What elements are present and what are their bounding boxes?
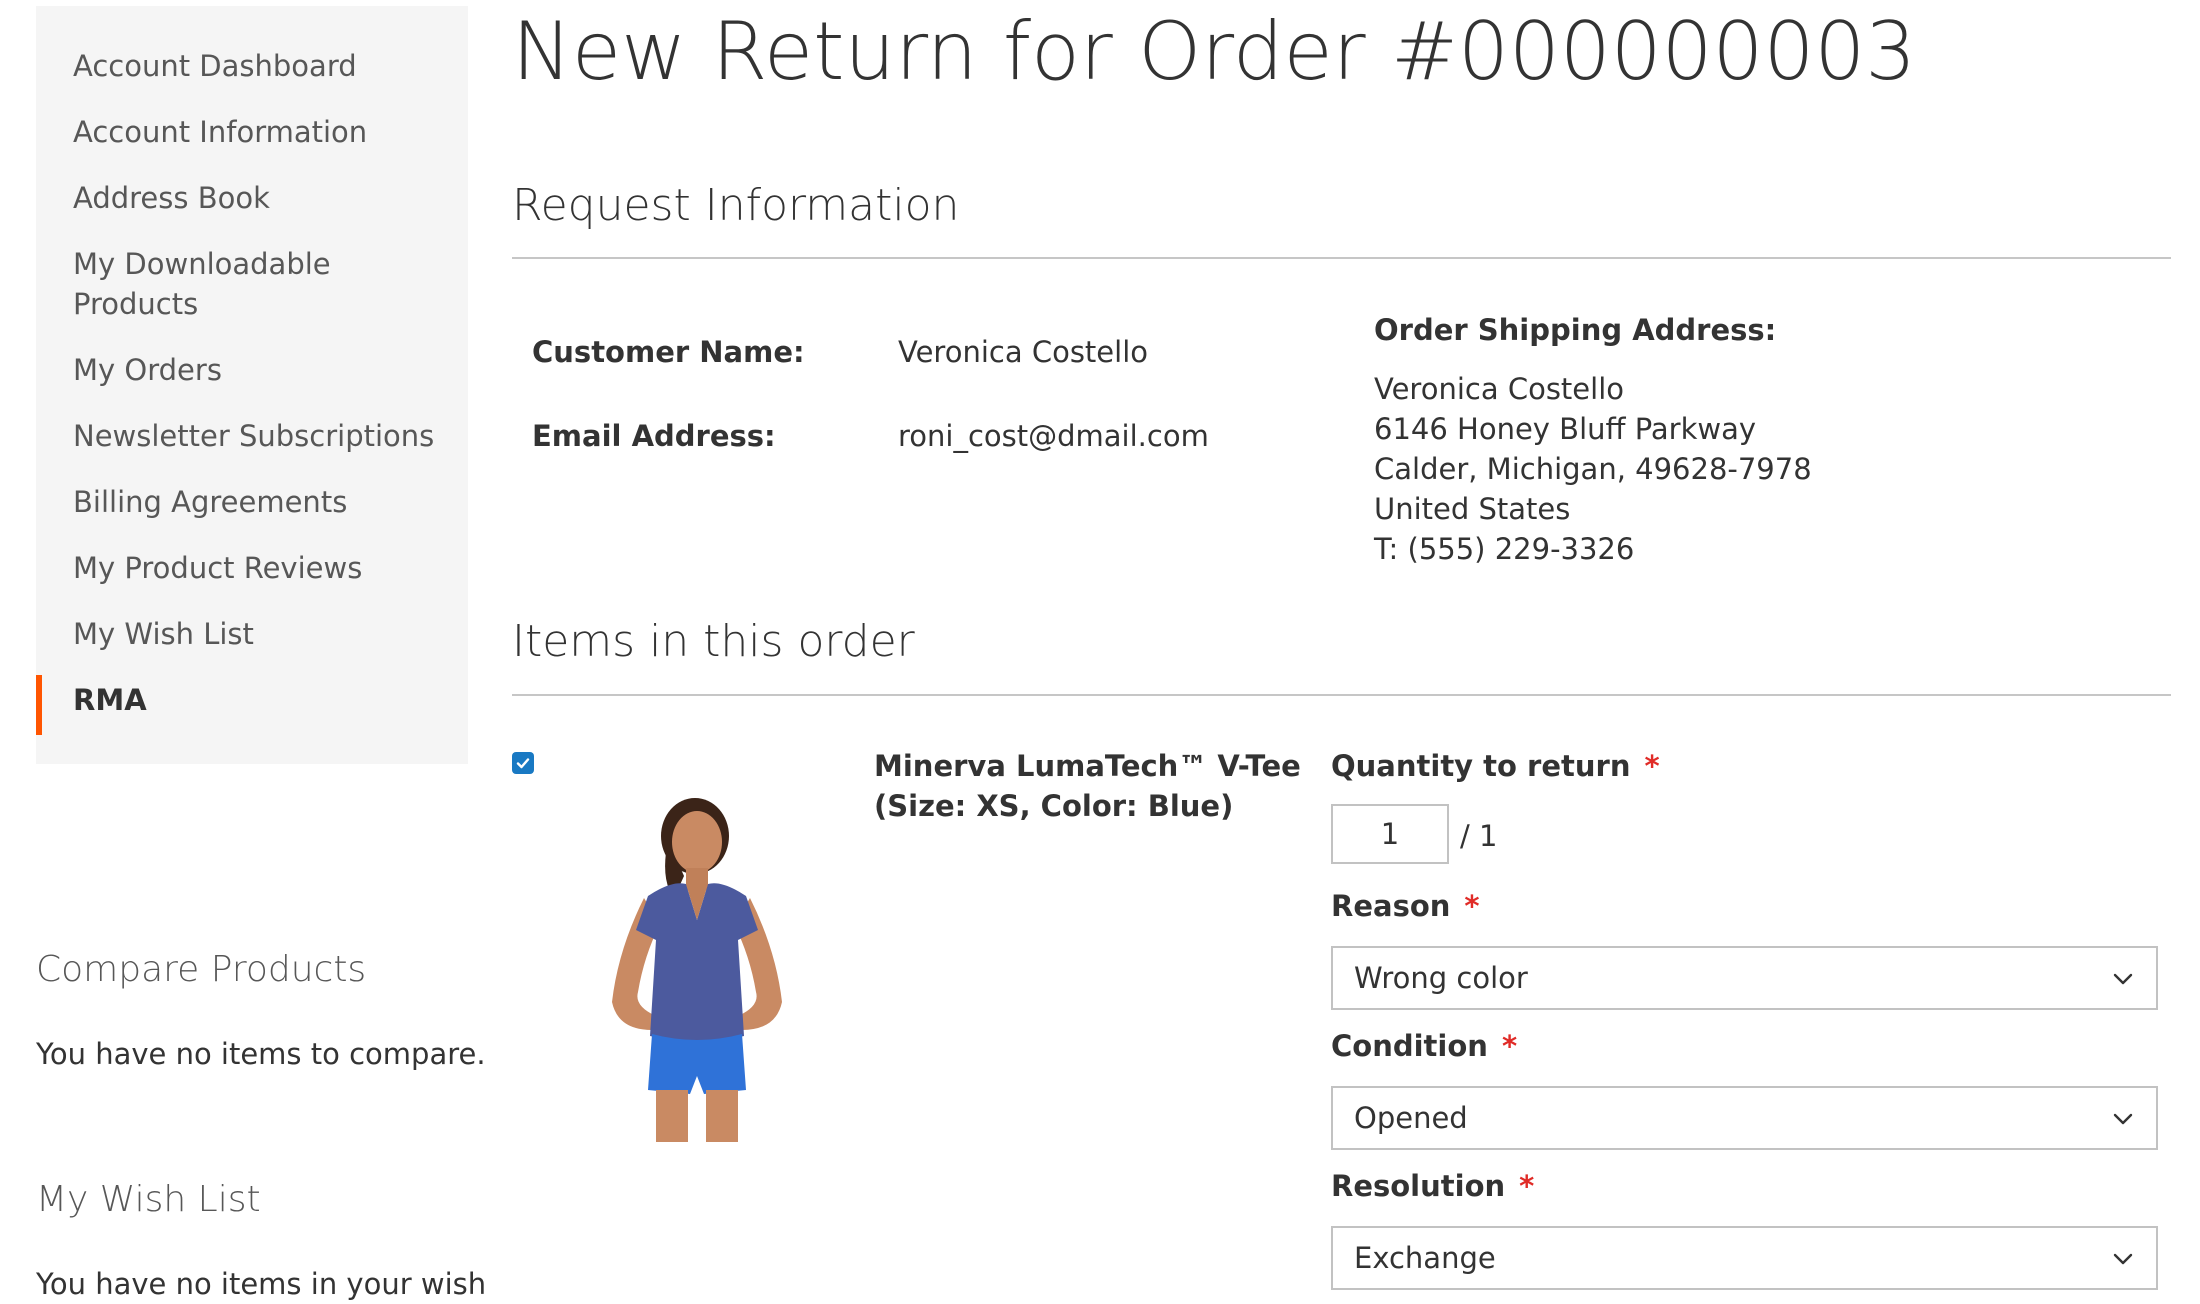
- request-information-title: Request Information: [512, 180, 960, 231]
- nav-item-my-wish-list[interactable]: My Wish List: [73, 614, 453, 654]
- shipping-address-line: 6146 Honey Bluff Parkway: [1374, 412, 1757, 446]
- nav-item-rma[interactable]: RMA: [73, 680, 453, 720]
- condition-selected-value: Opened: [1354, 1101, 1468, 1135]
- section-divider: [512, 694, 2171, 696]
- nav-item-newsletter-subscriptions[interactable]: Newsletter Subscriptions: [73, 416, 453, 456]
- shipping-address: Veronica Costello 6146 Honey Bluff Parkw…: [1374, 369, 1812, 569]
- compare-products-title: Compare Products: [36, 949, 367, 990]
- condition-select[interactable]: Opened: [1331, 1086, 2158, 1150]
- resolution-label: Resolution *: [1331, 1166, 1534, 1206]
- shipping-address-line: United States: [1374, 492, 1571, 526]
- product-image: [612, 798, 782, 1142]
- reason-label-text: Reason: [1331, 889, 1451, 923]
- required-marker: *: [1644, 749, 1660, 783]
- chevron-down-icon: [2113, 1253, 2133, 1265]
- qty-max: / 1: [1460, 819, 1498, 853]
- chevron-down-icon: [2113, 1113, 2133, 1125]
- nav-active-indicator: [36, 675, 42, 735]
- shipping-address-line: Veronica Costello: [1374, 372, 1624, 406]
- customer-name-value: Veronica Costello: [898, 335, 1148, 369]
- compare-empty-text: You have no items to compare.: [36, 1037, 486, 1071]
- required-marker: *: [1501, 1029, 1518, 1063]
- nav-item-account-dashboard[interactable]: Account Dashboard: [73, 46, 453, 86]
- condition-label: Condition *: [1331, 1026, 1517, 1066]
- qty-label-text: Quantity to return: [1331, 749, 1631, 783]
- account-nav: Account Dashboard Account Information Ad…: [36, 6, 468, 764]
- resolution-label-text: Resolution: [1331, 1169, 1506, 1203]
- email-label: Email Address:: [532, 419, 776, 453]
- resolution-select[interactable]: Exchange: [1331, 1226, 2158, 1290]
- product-options: (Size: XS, Color: Blue): [874, 789, 1234, 823]
- chevron-down-icon: [2113, 973, 2133, 985]
- nav-item-billing-agreements[interactable]: Billing Agreements: [73, 482, 453, 522]
- email-value: roni_cost@dmail.com: [898, 419, 1209, 453]
- item-select-checkbox[interactable]: [512, 752, 534, 774]
- product-title: Minerva LumaTech™ V-Tee: [874, 749, 1301, 783]
- required-marker: *: [1464, 889, 1480, 923]
- reason-selected-value: Wrong color: [1354, 961, 1528, 995]
- qty-label: Quantity to return *: [1331, 746, 1660, 786]
- shipping-address-line: Calder, Michigan, 49628-7978: [1374, 452, 1812, 486]
- section-divider: [512, 257, 2171, 259]
- page-title: New Return for Order #000000003: [512, 5, 1917, 98]
- nav-item-downloadable-products[interactable]: My Downloadable Products: [73, 244, 373, 324]
- shipping-address-label: Order Shipping Address:: [1374, 313, 1777, 347]
- reason-select[interactable]: Wrong color: [1331, 946, 2158, 1010]
- product-name: Minerva LumaTech™ V-Tee (Size: XS, Color…: [874, 746, 1314, 826]
- resolution-selected-value: Exchange: [1354, 1241, 1496, 1275]
- nav-item-account-information[interactable]: Account Information: [73, 112, 453, 152]
- items-section-title: Items in this order: [512, 616, 915, 667]
- reason-label: Reason *: [1331, 886, 1480, 926]
- nav-item-my-orders[interactable]: My Orders: [73, 350, 453, 390]
- shipping-address-line: T: (555) 229-3326: [1374, 532, 1635, 566]
- wishlist-title: My Wish List: [36, 1179, 261, 1220]
- qty-input[interactable]: [1331, 804, 1449, 864]
- nav-item-product-reviews[interactable]: My Product Reviews: [73, 548, 453, 588]
- customer-name-label: Customer Name:: [532, 335, 805, 369]
- condition-label-text: Condition: [1331, 1029, 1488, 1063]
- nav-item-address-book[interactable]: Address Book: [73, 178, 453, 218]
- checkmark-icon: [516, 758, 530, 769]
- wishlist-empty-text: You have no items in your wish: [36, 1267, 487, 1301]
- required-marker: *: [1519, 1169, 1535, 1203]
